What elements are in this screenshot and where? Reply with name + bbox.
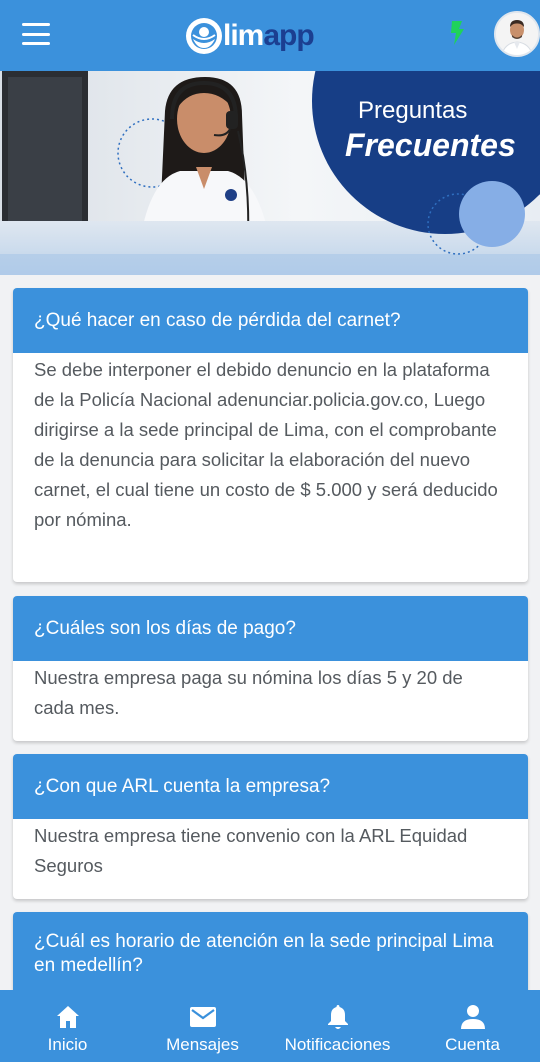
home-icon [56,1006,79,1028]
person-icon [460,1005,485,1029]
nav-label-cuenta: Cuenta [445,1035,500,1054]
nav-item-inicio[interactable]: Inicio [0,990,135,1062]
hamburger-menu-icon[interactable] [22,23,50,45]
faq-question[interactable]: ¿Con que ARL cuenta la empresa? [13,754,528,819]
faq-card[interactable]: ¿Qué hacer en caso de pérdida del carnet… [13,288,528,582]
green-status-indicator-icon [449,20,465,46]
nav-label-inicio: Inicio [47,1035,88,1054]
faq-answer: Nuestra empresa paga su nómina los días … [34,667,463,718]
faq-question[interactable]: ¿Cuál es horario de atención en la sede … [13,912,528,990]
bottom-navigation: Inicio Mensajes Notificaciones Cuenta [0,990,540,1062]
nav-label-mensajes: Mensajes [166,1035,239,1054]
logo-text-part2: app [263,19,314,52]
faq-question[interactable]: ¿Cuáles son los días de pago? [13,596,528,661]
logo-text-part1: lim [223,19,264,52]
user-avatar[interactable] [494,11,540,57]
faq-banner: Preguntas Frecuentes [0,71,540,275]
faq-answer: Se debe interponer el debido denuncio en… [34,359,498,530]
logo-mark-icon [186,18,222,54]
faq-card[interactable]: ¿Con que ARL cuenta la empresa? Nuestra … [13,754,528,899]
banner-title: Preguntas Frecuentes [345,97,525,164]
faq-list: ¿Qué hacer en caso de pérdida del carnet… [0,275,540,990]
faq-question[interactable]: ¿Qué hacer en caso de pérdida del carnet… [13,288,528,353]
banner-title-line2: Frecuentes [345,127,516,163]
top-app-bar: limapp [0,0,540,71]
mail-icon [189,1007,216,1027]
bell-icon [327,1005,348,1029]
faq-card[interactable]: ¿Cuáles son los días de pago? Nuestra em… [13,596,528,741]
nav-item-notificaciones[interactable]: Notificaciones [270,990,405,1062]
faq-card[interactable]: ¿Cuál es horario de atención en la sede … [13,912,528,990]
limapp-logo: limapp [186,16,315,56]
nav-label-notificaciones: Notificaciones [284,1035,391,1054]
banner-title-line1: Preguntas [358,97,468,124]
app-screen: limapp Preguntas Frecuentes ¿Qué hacer e… [0,0,540,1062]
nav-item-mensajes[interactable]: Mensajes [135,990,270,1062]
nav-item-cuenta[interactable]: Cuenta [405,990,540,1062]
faq-answer: Nuestra empresa tiene convenio con la AR… [34,825,468,876]
logo-wordmark: limapp [223,19,315,53]
